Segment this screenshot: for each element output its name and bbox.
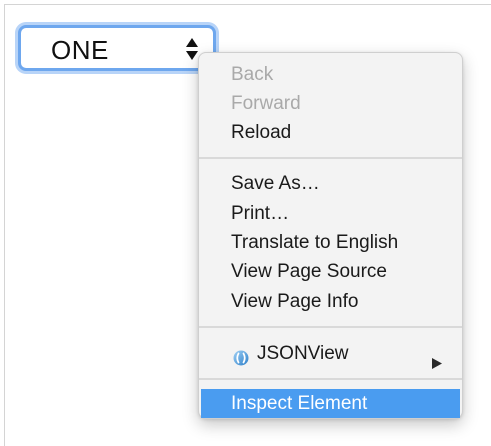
select-value: ONE	[51, 35, 109, 65]
menu-item-jsonview[interactable]: JSONView	[199, 339, 462, 369]
dropdown-select[interactable]: ONE	[18, 25, 216, 71]
context-menu: Back Forward Reload Save As… Print… Tran…	[198, 52, 463, 419]
menu-item-view-page-info[interactable]: View Page Info	[199, 287, 462, 316]
menu-item-label: JSONView	[257, 343, 349, 364]
menu-separator	[199, 157, 462, 159]
up-down-arrows-icon	[185, 37, 199, 61]
menu-item-translate[interactable]: Translate to English	[199, 228, 462, 257]
menu-item-view-page-source[interactable]: View Page Source	[199, 257, 462, 286]
jsonview-extension-icon	[233, 346, 249, 366]
menu-item-save-as[interactable]: Save As…	[199, 169, 462, 198]
menu-item-back[interactable]: Back	[199, 60, 462, 89]
menu-item-print[interactable]: Print…	[199, 199, 462, 228]
menu-item-reload[interactable]: Reload	[199, 118, 462, 147]
menu-separator	[199, 378, 462, 380]
menu-item-inspect-element[interactable]: Inspect Element	[201, 389, 460, 418]
triangle-right-icon	[432, 349, 442, 369]
menu-separator	[199, 326, 462, 328]
menu-item-forward[interactable]: Forward	[199, 89, 462, 118]
